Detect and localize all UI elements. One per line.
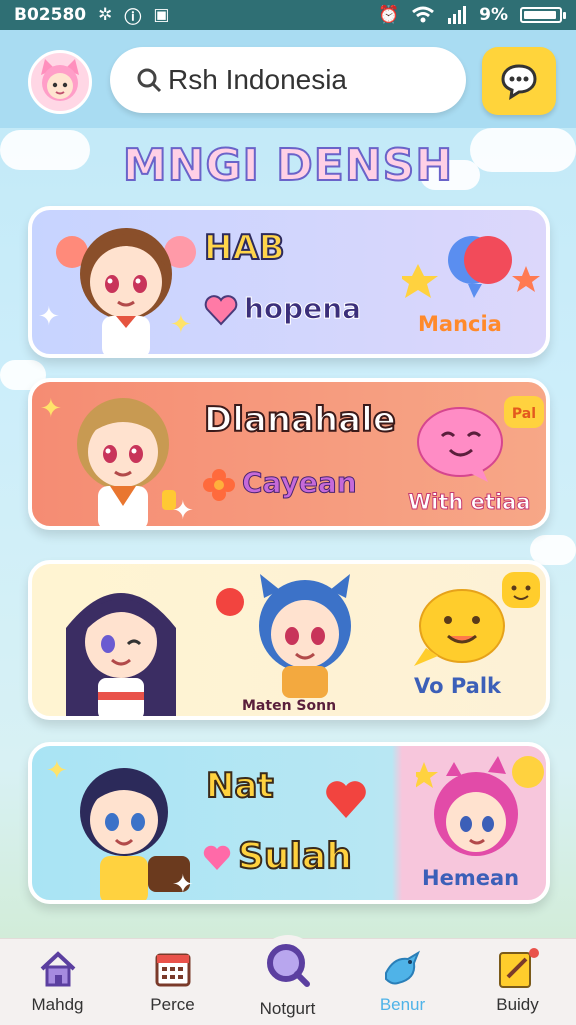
- nav-label: Buidy: [496, 995, 539, 1014]
- status-time: B02580: [14, 5, 87, 25]
- info-icon: ⓘ: [124, 7, 142, 28]
- sparkle-icon: ✦: [172, 496, 194, 526]
- nav-item-search[interactable]: Notgurt: [230, 935, 345, 1025]
- card-side-label: Hemean: [422, 866, 520, 890]
- chat-card[interactable]: ✦ ✦ Nat Sulah Hemean: [28, 742, 550, 904]
- search-icon: [137, 68, 162, 93]
- sparkle-icon: ✦: [40, 394, 62, 424]
- character-illustration: [216, 574, 351, 698]
- home-icon: [36, 947, 80, 991]
- chat-bubble-icon: [501, 64, 537, 100]
- chat-button[interactable]: [482, 47, 556, 115]
- search-input[interactable]: Rsh Indonesia: [168, 64, 347, 96]
- card-title: Nat: [205, 765, 275, 807]
- character-illustration: [416, 756, 544, 856]
- smiley-bubble-icon: [414, 572, 540, 666]
- nav-item-bird[interactable]: Benur: [345, 939, 460, 1025]
- smiling-bubble-icon: Pal: [417, 396, 544, 482]
- cloud-decoration: [530, 535, 576, 565]
- bird-icon: [381, 947, 425, 991]
- heart-icon: [326, 781, 366, 818]
- wifi-icon: [412, 6, 435, 23]
- card-side-label: Mancia: [418, 312, 502, 336]
- sparkle-icon: ✦: [170, 310, 192, 340]
- card-subtitle: hopena: [243, 292, 362, 326]
- note-icon: [496, 947, 540, 991]
- avatar[interactable]: [28, 50, 92, 114]
- nav-label: Benur: [379, 995, 426, 1014]
- app-title: MNGI DENSH: [122, 139, 454, 192]
- status-bar: B02580 ✲ ⓘ ▣ ⏰ 9%: [0, 0, 576, 30]
- nav-label: Mahdg: [31, 995, 84, 1014]
- app-icon: ▣: [153, 5, 170, 25]
- sparkle-icon: ✦: [38, 302, 60, 332]
- nav-item-note[interactable]: Buidy: [460, 939, 575, 1025]
- card-subtitle: Sulah: [237, 835, 353, 878]
- bottom-navigation: Mahdg Perce Notgurt Benur Buidy: [0, 935, 576, 1025]
- heart-balloon-icon: [402, 236, 540, 298]
- character-illustration: [66, 593, 176, 716]
- sparkle-icon: ✦: [46, 756, 68, 786]
- signal-icon: [448, 6, 467, 24]
- chat-card[interactable]: ✦ ✦ HAB hopena Mancia: [28, 206, 550, 358]
- battery-percent: 9%: [479, 5, 508, 25]
- card-title: Dlanahale: [203, 399, 397, 441]
- chat-card[interactable]: Maten Sonn Vo Palk: [28, 560, 550, 720]
- sparkle-icon: ✦: [172, 870, 194, 900]
- nav-label: Perce: [150, 995, 195, 1014]
- flower-icon: [203, 469, 235, 501]
- search-bar[interactable]: Rsh Indonesia: [110, 47, 466, 113]
- nav-item-calendar[interactable]: Perce: [115, 939, 230, 1025]
- card-side-label: With etiaa: [407, 490, 531, 515]
- bubble-text: Pal: [512, 406, 536, 422]
- nav-item-home[interactable]: Mahdg: [0, 939, 115, 1025]
- card-subtitle: Cayean: [242, 466, 358, 500]
- character-caption: Maten Sonn: [242, 698, 337, 714]
- calendar-icon: [151, 947, 195, 991]
- chat-card[interactable]: ✦ ✦ Dlanahale Cayean Pal With etiaa: [28, 378, 550, 530]
- battery-icon: [520, 7, 566, 23]
- card-side-label: Vo Palk: [414, 674, 502, 698]
- heart-icon: [204, 295, 238, 326]
- card-title: HAB: [203, 227, 286, 269]
- alarm-icon: ⏰: [377, 5, 400, 25]
- nav-label: Notgurt: [259, 999, 316, 1018]
- heart-icon: [203, 845, 231, 870]
- search-icon: [257, 935, 318, 995]
- gear-icon: ✲: [98, 5, 113, 25]
